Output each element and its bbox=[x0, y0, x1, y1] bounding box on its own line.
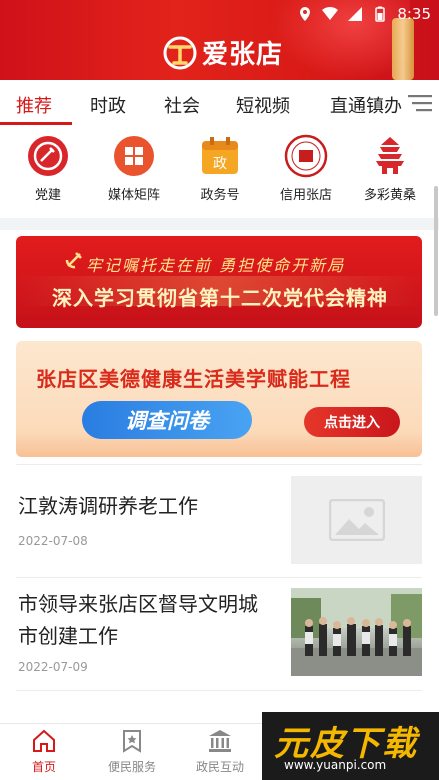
location-icon bbox=[300, 7, 311, 21]
app-header: 8:35 爱张店 bbox=[0, 0, 439, 80]
svg-text:政: 政 bbox=[213, 156, 227, 172]
category-tabs: 推荐 时政 社会 短视频 直通镇办 bbox=[0, 80, 439, 126]
news-item[interactable]: 江敦涛调研养老工作 2022-07-08 bbox=[16, 476, 422, 566]
shortcut-label: 政务号 bbox=[200, 188, 240, 203]
status-bar: 8:35 bbox=[297, 4, 431, 24]
list-separator bbox=[16, 464, 422, 465]
tab-short-video[interactable]: 短视频 bbox=[236, 92, 290, 118]
survey-banner[interactable]: 张店区美德健康生活美学赋能工程 调查问卷 点击进入 bbox=[16, 341, 422, 457]
image-placeholder-icon bbox=[328, 499, 385, 541]
group-photo-image bbox=[291, 588, 422, 676]
news-item[interactable]: 市领导来张店区督导文明城市创建工作 2022-07-09 bbox=[16, 588, 422, 680]
news-title: 市领导来张店区督导文明城市创建工作 bbox=[18, 592, 258, 648]
active-tab-indicator bbox=[0, 122, 72, 125]
section-divider bbox=[0, 218, 439, 230]
shortcut-gov-account[interactable]: 政 政务号 bbox=[180, 134, 260, 203]
pillar-decoration bbox=[392, 18, 414, 80]
menu-icon[interactable] bbox=[408, 93, 432, 113]
shortcut-party[interactable]: 党建 bbox=[8, 134, 88, 203]
banner-title: 张店区美德健康生活美学赋能工程 bbox=[36, 367, 351, 391]
nav-label: 政民互动 bbox=[195, 760, 244, 774]
shortcut-grid: 党建 媒体矩阵 政 政务号 信用张店 多彩黄桑 bbox=[0, 128, 439, 216]
shortcut-media-matrix[interactable]: 媒体矩阵 bbox=[94, 134, 174, 203]
status-time: 8:35 bbox=[397, 5, 431, 23]
banner-slogan: 牢记嘱托走在前 勇担使命开新局 bbox=[86, 256, 346, 275]
tab-society[interactable]: 社会 bbox=[164, 92, 200, 118]
tab-politics[interactable]: 时政 bbox=[90, 92, 126, 118]
grid-icon bbox=[112, 134, 156, 178]
news-thumbnail-photo bbox=[291, 588, 422, 676]
pagoda-icon bbox=[368, 134, 412, 178]
enter-button[interactable]: 点击进入 bbox=[304, 407, 400, 437]
shortcut-label: 媒体矩阵 bbox=[107, 188, 160, 203]
list-separator bbox=[16, 690, 422, 691]
nav-home[interactable]: 首页 bbox=[0, 728, 88, 775]
watermark-url: www.yuanpi.com bbox=[284, 758, 387, 772]
calendar-gov-icon: 政 bbox=[198, 134, 242, 178]
shortcut-label: 信用张店 bbox=[279, 188, 332, 203]
news-date: 2022-07-08 bbox=[18, 534, 88, 548]
shortcut-colorful[interactable]: 多彩黄桑 bbox=[350, 134, 430, 203]
watermark-logo: 元皮下载 www.yuanpi.com bbox=[262, 712, 439, 780]
scrollbar[interactable] bbox=[434, 186, 438, 316]
battery-icon bbox=[375, 6, 386, 22]
app-brand: 爱张店 bbox=[162, 34, 283, 71]
party-emblem-icon bbox=[26, 134, 70, 178]
app-logo-icon bbox=[163, 36, 197, 69]
nav-label: 便民服务 bbox=[107, 760, 156, 774]
government-building-icon bbox=[209, 730, 231, 752]
nav-services[interactable]: 便民服务 bbox=[88, 728, 176, 775]
home-icon bbox=[33, 729, 55, 752]
survey-label: 调查问卷 bbox=[82, 401, 252, 439]
news-date: 2022-07-09 bbox=[18, 660, 88, 674]
app-name: 爱张店 bbox=[202, 40, 284, 70]
party-emblem-icon bbox=[65, 252, 82, 269]
tab-recommend[interactable]: 推荐 bbox=[16, 92, 52, 118]
signal-icon bbox=[348, 7, 363, 21]
shortcut-label: 多彩黄桑 bbox=[363, 188, 416, 203]
news-thumbnail-placeholder bbox=[291, 476, 422, 564]
list-separator bbox=[16, 577, 422, 578]
tab-town-office[interactable]: 直通镇办 bbox=[330, 92, 402, 118]
news-title: 江敦涛调研养老工作 bbox=[18, 494, 198, 518]
nav-interaction[interactable]: 政民互动 bbox=[176, 728, 264, 775]
nav-label: 首页 bbox=[31, 760, 56, 774]
banner-headline: 深入学习贯彻省第十二次党代会精神 bbox=[52, 286, 388, 310]
service-icon bbox=[123, 730, 141, 753]
party-congress-banner[interactable]: 牢记嘱托走在前 勇担使命开新局 深入学习贯彻省第十二次党代会精神 bbox=[16, 236, 422, 328]
wifi-icon bbox=[322, 6, 339, 21]
shortcut-credit[interactable]: 信用张店 bbox=[266, 134, 346, 203]
credit-seal-icon bbox=[284, 134, 328, 178]
shortcut-label: 党建 bbox=[34, 188, 61, 203]
